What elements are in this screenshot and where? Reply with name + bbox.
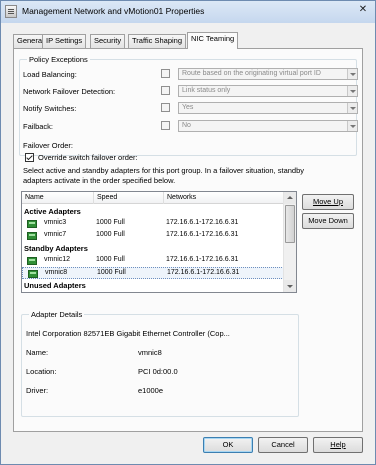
- policy-exceptions-title: Policy Exceptions: [27, 55, 90, 64]
- tab-nic-teaming[interactable]: NIC Teaming: [187, 32, 239, 49]
- adapter-name: vmnic8: [45, 269, 68, 276]
- vertical-scrollbar[interactable]: [283, 192, 296, 292]
- move-up-label: Move Up: [312, 197, 343, 206]
- notify-switches-checkbox[interactable]: [161, 103, 170, 112]
- help-label: Help: [330, 440, 346, 449]
- load-balancing-label: Load Balancing:: [23, 70, 77, 79]
- failover-order-label: Failover Order:: [23, 141, 74, 150]
- failback-select[interactable]: No: [178, 120, 358, 132]
- failback-label: Failback:: [23, 122, 54, 131]
- adapter-name: vmnic7: [44, 231, 67, 238]
- tab-ip-settings[interactable]: IP Settings: [42, 34, 87, 48]
- adapter-networks: 172.16.6.1-172.16.6.31: [166, 256, 239, 263]
- chevron-down-icon: [347, 86, 357, 96]
- adapter-description: Intel Corporation 82571EB Gigabit Ethern…: [26, 329, 230, 338]
- adapter-row-selected[interactable]: vmnic8 1000 Full 172.16.6.1-172.16.6.31: [22, 267, 284, 279]
- adapter-networks: 172.16.6.1-172.16.6.31: [166, 231, 239, 238]
- override-failover-checkbox[interactable]: [25, 153, 34, 162]
- adapter-list: Name Speed Networks Active Adapters vmni…: [21, 191, 297, 293]
- failback-checkbox[interactable]: [161, 121, 170, 130]
- scroll-up-arrow-icon[interactable]: [284, 192, 296, 204]
- column-header-networks[interactable]: Networks: [164, 192, 284, 204]
- adapter-row[interactable]: vmnic12 1000 Full 172.16.6.1-172.16.6.31: [22, 255, 284, 267]
- tab-security[interactable]: Security: [90, 34, 126, 48]
- adapter-name: vmnic12: [44, 256, 71, 263]
- adapter-speed: 1000 Full: [96, 256, 125, 263]
- dialog-body: General IP Settings Security Traffic Sha…: [7, 23, 369, 460]
- help-button[interactable]: Help: [313, 437, 363, 453]
- adapter-speed: 1000 Full: [96, 231, 125, 238]
- column-header-speed[interactable]: Speed: [94, 192, 164, 204]
- chevron-down-icon: [347, 103, 357, 113]
- load-balancing-checkbox[interactable]: [161, 69, 170, 78]
- chevron-down-icon: [347, 69, 357, 79]
- notify-switches-label: Notify Switches:: [23, 104, 77, 113]
- window-title: Management Network and vMotion01 Propert…: [22, 6, 205, 16]
- failover-instructions-line2: adapters activate in the order specified…: [23, 176, 176, 185]
- move-down-label: Move Down: [308, 216, 348, 225]
- close-button[interactable]: ✕: [356, 4, 370, 17]
- ok-button[interactable]: OK: [203, 437, 253, 453]
- load-balancing-select[interactable]: Route based on the originating virtual p…: [178, 68, 358, 80]
- detail-driver-value: e1000e: [138, 386, 164, 395]
- adapter-networks: 172.16.6.1-172.16.6.31: [167, 269, 240, 276]
- adapter-name: vmnic3: [44, 219, 67, 226]
- window-icon: [5, 5, 17, 18]
- adapter-speed: 1000 Full: [96, 219, 125, 226]
- adapter-row[interactable]: vmnic7 1000 Full 172.16.6.1-172.16.6.31: [22, 230, 284, 242]
- failover-detection-checkbox[interactable]: [161, 86, 170, 95]
- ok-label: OK: [222, 440, 234, 449]
- failover-detection-label: Network Failover Detection:: [23, 87, 116, 96]
- failover-detection-value: Link status only: [182, 87, 231, 94]
- notify-switches-value: Yes: [182, 104, 194, 111]
- failback-value: No: [182, 122, 191, 129]
- adapter-details-title: Adapter Details: [29, 310, 85, 319]
- cancel-label: Cancel: [271, 440, 295, 449]
- nic-teaming-panel: Policy Exceptions Load Balancing: Route …: [13, 48, 363, 432]
- adapter-row[interactable]: vmnic3 1000 Full 172.16.6.1-172.16.6.31: [22, 218, 284, 230]
- override-failover-label: Override switch failover order:: [38, 153, 138, 162]
- tab-traffic-shaping[interactable]: Traffic Shaping: [128, 34, 187, 48]
- load-balancing-value: Route based on the originating virtual p…: [182, 70, 321, 77]
- detail-location-value: PCI 0d:00.0: [138, 367, 178, 376]
- properties-window: Management Network and vMotion01 Propert…: [0, 0, 376, 465]
- standby-adapters-group: Standby Adapters: [24, 244, 88, 253]
- adapter-networks: 172.16.6.1-172.16.6.31: [166, 219, 239, 226]
- network-adapter-icon: [28, 270, 38, 278]
- chevron-down-icon: [347, 121, 357, 131]
- failover-instructions-line1: Select active and standby adapters for t…: [23, 166, 304, 175]
- failover-detection-select[interactable]: Link status only: [178, 85, 358, 97]
- scroll-thumb[interactable]: [285, 205, 295, 243]
- detail-name-value: vmnic8: [138, 348, 162, 357]
- scroll-down-arrow-icon[interactable]: [284, 280, 296, 292]
- unused-adapters-group: Unused Adapters: [24, 281, 86, 290]
- network-adapter-icon: [27, 232, 37, 240]
- move-down-button[interactable]: Move Down: [302, 213, 354, 229]
- detail-location-label: Location:: [26, 367, 57, 376]
- active-adapters-group: Active Adapters: [24, 207, 81, 216]
- column-header-name[interactable]: Name: [22, 192, 94, 204]
- network-adapter-icon: [27, 220, 37, 228]
- cancel-button[interactable]: Cancel: [258, 437, 308, 453]
- detail-driver-label: Driver:: [26, 386, 49, 395]
- notify-switches-select[interactable]: Yes: [178, 102, 358, 114]
- adapter-speed: 1000 Full: [97, 269, 126, 276]
- title-bar[interactable]: Management Network and vMotion01 Propert…: [1, 1, 375, 23]
- network-adapter-icon: [27, 257, 37, 265]
- move-up-button[interactable]: Move Up: [302, 194, 354, 210]
- detail-name-label: Name:: [26, 348, 49, 357]
- list-header: Name Speed Networks: [22, 192, 284, 204]
